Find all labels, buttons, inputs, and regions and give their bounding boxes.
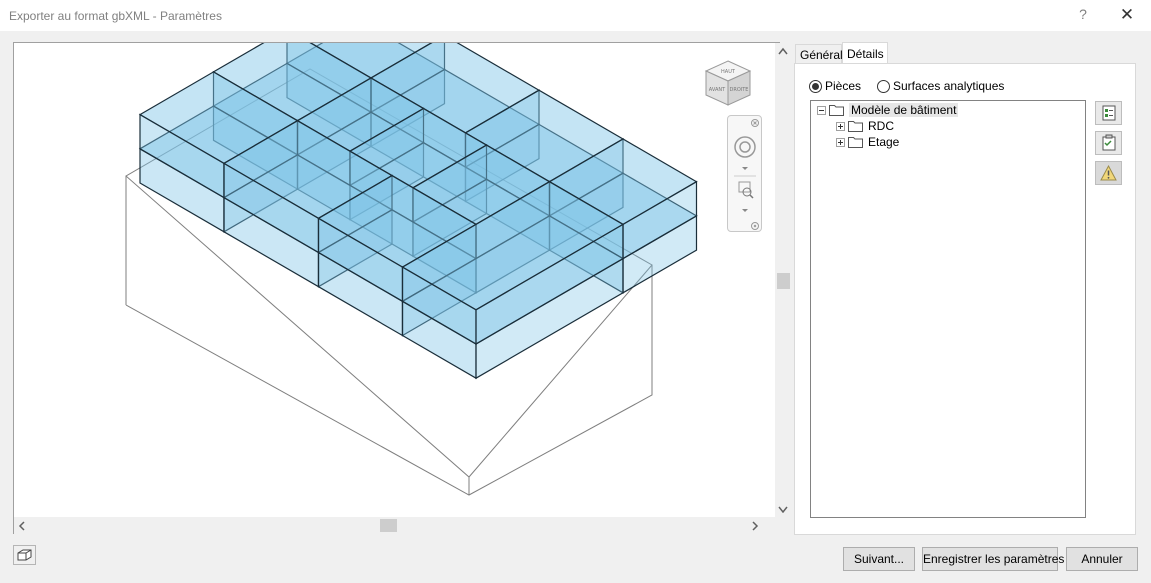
building-3d-preview[interactable] [14, 43, 775, 517]
zoom-icon [738, 181, 751, 193]
select-rooms-icon [1102, 105, 1116, 121]
building-model-tree[interactable]: Modèle de bâtiment RDC Etage [810, 100, 1086, 518]
horizontal-scroll-thumb[interactable] [380, 519, 397, 532]
tab-general[interactable]: Général [795, 44, 843, 65]
expand-icon[interactable] [836, 121, 845, 131]
scroll-corner [775, 517, 792, 534]
room-properties-icon [1102, 134, 1116, 151]
scroll-up-icon[interactable] [777, 47, 789, 55]
close-button[interactable]: ✕ [1117, 6, 1137, 24]
scroll-right-icon[interactable] [751, 521, 759, 531]
radio-rooms[interactable]: Pièces [809, 78, 861, 94]
tree-label-rdc: RDC [868, 119, 894, 133]
tab-details[interactable]: Détails [842, 42, 888, 63]
tree-node-rdc[interactable]: RDC [836, 118, 894, 134]
select-rooms-button[interactable] [1095, 101, 1122, 125]
tree-label-etage: Etage [868, 135, 900, 149]
radio-analytical-surfaces[interactable]: Surfaces analytiques [877, 78, 1004, 94]
viewcube-face-right: DROITE [730, 87, 749, 93]
details-panel: Pièces Surfaces analytiques Modèle de bâ… [794, 63, 1136, 535]
room-properties-button[interactable] [1095, 131, 1122, 155]
3d-box-icon [17, 549, 32, 561]
steering-wheel-icon [734, 136, 756, 158]
radio-rooms-indicator[interactable] [809, 79, 822, 93]
expand-icon[interactable] [836, 137, 845, 147]
next-button[interactable]: Suivant... [843, 547, 915, 571]
window-title: Exporter au format gbXML - Paramètres [9, 9, 222, 23]
folder-icon [829, 105, 844, 116]
horizontal-scrollbar[interactable] [14, 517, 775, 534]
radio-analytical-surfaces-label: Surfaces analytiques [893, 79, 1005, 93]
help-button[interactable]: ? [1076, 6, 1090, 24]
preview-viewport[interactable]: HAUT AVANT DROITE [13, 42, 792, 534]
radio-analytical-surfaces-indicator[interactable] [877, 79, 890, 93]
tree-label-root: Modèle de bâtiment [849, 103, 959, 117]
collapse-icon[interactable] [817, 105, 826, 115]
navigation-bar [727, 115, 762, 232]
radio-rooms-label: Pièces [825, 79, 862, 93]
warnings-button[interactable] [1095, 161, 1122, 185]
scroll-left-icon[interactable] [18, 521, 26, 531]
save-settings-button[interactable]: Enregistrer les paramètres [922, 547, 1064, 571]
3d-view-button[interactable] [13, 545, 36, 565]
folder-icon [848, 137, 863, 148]
vertical-scroll-thumb[interactable] [777, 273, 790, 289]
cancel-button[interactable]: Annuler [1066, 547, 1138, 571]
viewcube-face-front: AVANT [709, 87, 726, 93]
tree-node-etage[interactable]: Etage [836, 134, 899, 150]
viewcube-face-top: HAUT [721, 69, 736, 75]
navigation-bar-graphic [734, 119, 759, 230]
scroll-down-icon[interactable] [777, 505, 789, 513]
warning-icon [1100, 164, 1117, 181]
viewcube-icon[interactable]: HAUT AVANT DROITE [702, 57, 754, 109]
title-bar: Exporter au format gbXML - Paramètres ? … [0, 0, 1151, 31]
folder-icon [848, 121, 863, 132]
tree-node-root[interactable]: Modèle de bâtiment [817, 102, 959, 118]
vertical-scrollbar[interactable] [775, 43, 792, 518]
